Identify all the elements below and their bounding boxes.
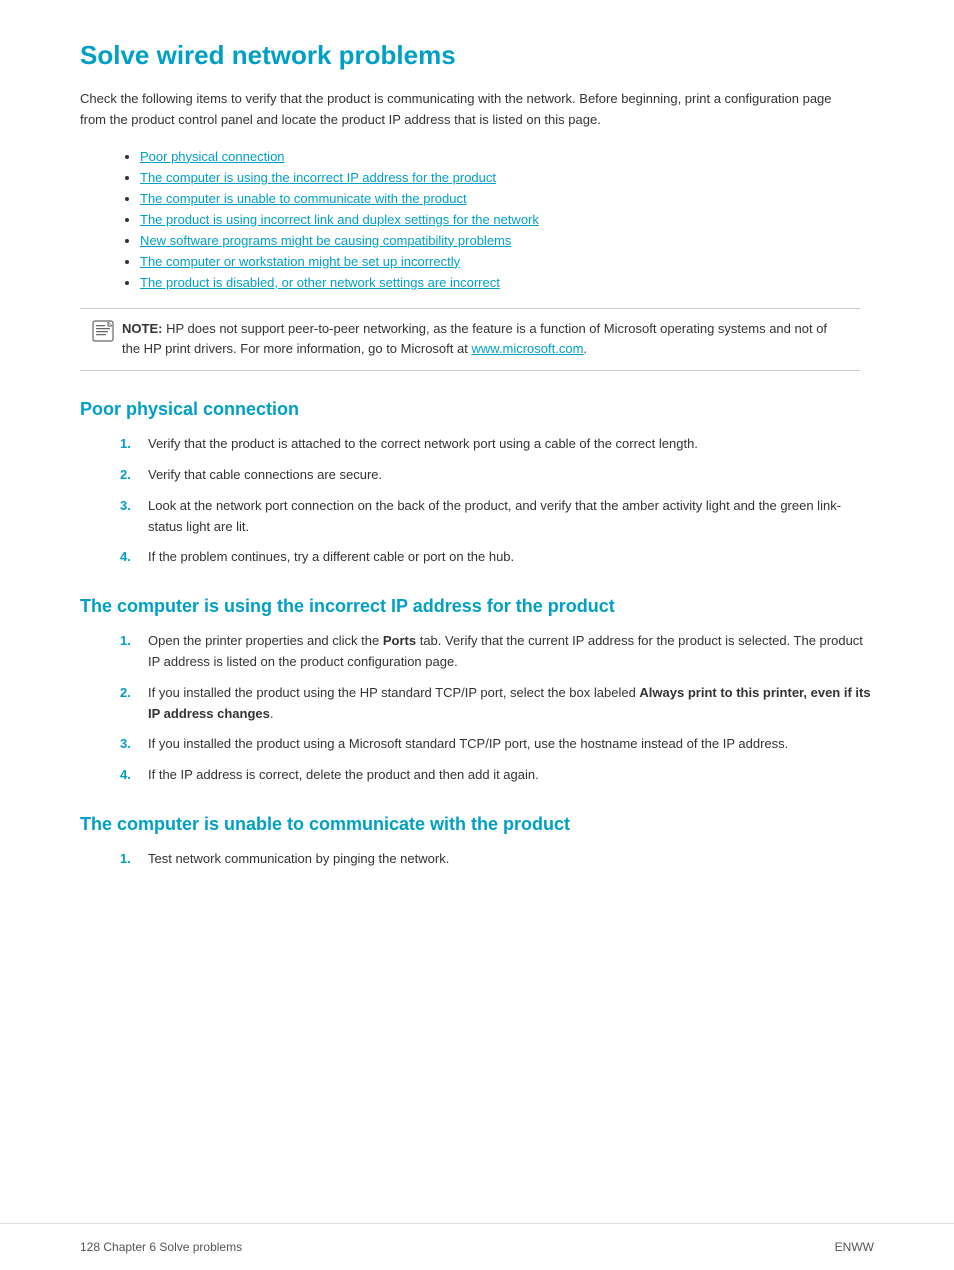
unable-communicate-list: 1. Test network communication by pinging… [120, 849, 874, 870]
footer-left: 128 Chapter 6 Solve problems [80, 1240, 242, 1254]
toc-link-7[interactable]: The product is disabled, or other networ… [140, 275, 500, 290]
intro-paragraph: Check the following items to verify that… [80, 89, 860, 131]
incorrect-ip-list: 1. Open the printer properties and click… [120, 631, 874, 786]
note-link[interactable]: www.microsoft.com [471, 341, 583, 356]
footer-right: ENWW [835, 1240, 874, 1254]
toc-link-1[interactable]: Poor physical connection [140, 149, 285, 164]
poor-physical-step-4: 4. If the problem continues, try a diffe… [120, 547, 874, 568]
toc-link-5[interactable]: New software programs might be causing c… [140, 233, 511, 248]
toc-item-4[interactable]: The product is using incorrect link and … [140, 212, 874, 227]
toc-item-2[interactable]: The computer is using the incorrect IP a… [140, 170, 874, 185]
poor-physical-list: 1. Verify that the product is attached t… [120, 434, 874, 568]
toc-list: Poor physical connection The computer is… [140, 149, 874, 290]
incorrect-ip-step-4: 4. If the IP address is correct, delete … [120, 765, 874, 786]
toc-item-5[interactable]: New software programs might be causing c… [140, 233, 874, 248]
incorrect-ip-step-2: 2. If you installed the product using th… [120, 683, 874, 725]
note-icon [92, 320, 114, 345]
poor-physical-step-2: 2. Verify that cable connections are sec… [120, 465, 874, 486]
toc-link-6[interactable]: The computer or workstation might be set… [140, 254, 460, 269]
toc-link-2[interactable]: The computer is using the incorrect IP a… [140, 170, 496, 185]
toc-item-1[interactable]: Poor physical connection [140, 149, 874, 164]
note-text: NOTE: HP does not support peer-to-peer n… [122, 319, 848, 361]
note-label: NOTE: [122, 321, 162, 336]
toc-item-7[interactable]: The product is disabled, or other networ… [140, 275, 874, 290]
incorrect-ip-step-3: 3. If you installed the product using a … [120, 734, 874, 755]
toc-link-3[interactable]: The computer is unable to communicate wi… [140, 191, 467, 206]
footer: 128 Chapter 6 Solve problems ENWW [0, 1223, 954, 1270]
page-title: Solve wired network problems [80, 40, 874, 71]
toc-item-6[interactable]: The computer or workstation might be set… [140, 254, 874, 269]
incorrect-ip-step-1: 1. Open the printer properties and click… [120, 631, 874, 673]
section-title-unable-communicate: The computer is unable to communicate wi… [80, 814, 874, 835]
section-title-incorrect-ip: The computer is using the incorrect IP a… [80, 596, 874, 617]
poor-physical-step-3: 3. Look at the network port connection o… [120, 496, 874, 538]
unable-communicate-step-1: 1. Test network communication by pinging… [120, 849, 874, 870]
toc-link-4[interactable]: The product is using incorrect link and … [140, 212, 539, 227]
section-title-poor-physical: Poor physical connection [80, 399, 874, 420]
poor-physical-step-1: 1. Verify that the product is attached t… [120, 434, 874, 455]
note-box: NOTE: HP does not support peer-to-peer n… [80, 308, 860, 372]
toc-item-3[interactable]: The computer is unable to communicate wi… [140, 191, 874, 206]
